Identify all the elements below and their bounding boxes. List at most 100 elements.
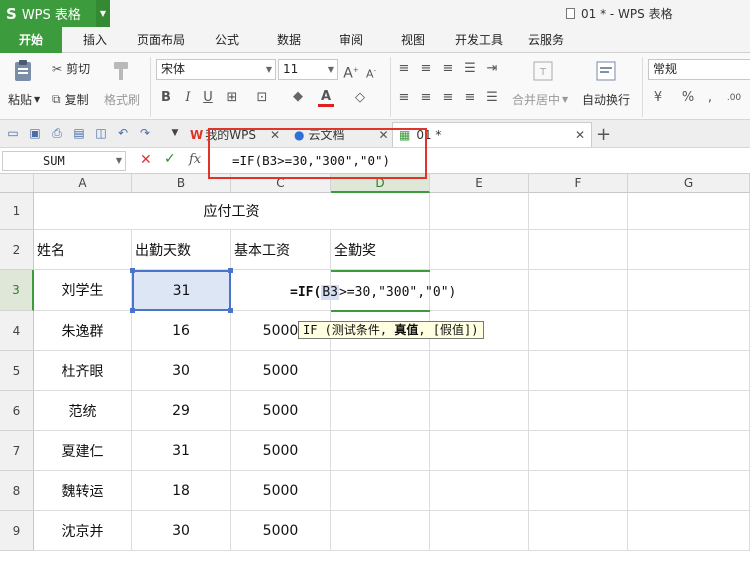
folder-icon[interactable]: ▭ — [6, 126, 20, 140]
fill-color-icon[interactable]: ◆ — [290, 89, 306, 105]
cut-button[interactable]: ✂ 剪切 — [52, 60, 90, 77]
column-header-a[interactable]: A — [34, 174, 132, 193]
data-cell[interactable] — [529, 311, 628, 351]
row-header-9[interactable]: 9 — [0, 511, 34, 551]
row-header-3[interactable]: 3 — [0, 270, 34, 311]
save-icon[interactable]: ▣ — [28, 126, 42, 140]
data-cell[interactable]: 5000 — [231, 511, 331, 551]
merge-center-button[interactable]: 合并居中 ▼ — [512, 91, 568, 108]
paste-icon[interactable] — [8, 59, 38, 83]
data-cell[interactable] — [628, 351, 750, 391]
tab-page-layout[interactable]: 页面布局 — [128, 27, 194, 53]
column-header-e[interactable]: E — [430, 174, 529, 193]
data-cell[interactable] — [628, 311, 750, 351]
data-cell[interactable] — [529, 431, 628, 471]
cell[interactable] — [529, 193, 628, 230]
data-cell[interactable] — [529, 511, 628, 551]
tab-home[interactable]: 开始 — [0, 27, 62, 53]
data-cell[interactable] — [430, 431, 529, 471]
indent-icon[interactable]: ⇥ — [484, 61, 500, 77]
align-top-icon[interactable]: ≡ — [396, 61, 412, 77]
cell[interactable] — [628, 230, 750, 270]
tab-cloud-services[interactable]: 云服务 — [520, 27, 572, 53]
redo-icon[interactable]: ↷ — [138, 126, 152, 140]
data-cell[interactable] — [628, 431, 750, 471]
formula-input[interactable]: =IF(B3>=30,"300","0") — [232, 153, 390, 168]
print-preview-icon[interactable]: ▤ — [72, 126, 86, 140]
percent-button[interactable]: % — [680, 90, 696, 106]
underline-button[interactable]: U — [200, 90, 216, 106]
clear-format-icon[interactable]: ◇ — [352, 90, 368, 106]
align-right-icon[interactable]: ≡ — [440, 90, 456, 106]
data-cell[interactable] — [430, 511, 529, 551]
data-cell[interactable] — [529, 351, 628, 391]
data-cell[interactable]: 5000 — [231, 471, 331, 511]
data-cell[interactable] — [529, 391, 628, 431]
preview-icon[interactable]: ◫ — [94, 126, 108, 140]
data-cell[interactable]: 31 — [132, 431, 231, 471]
data-cell[interactable]: 5000 — [231, 351, 331, 391]
column-header-f[interactable]: F — [529, 174, 628, 193]
cell[interactable] — [430, 230, 529, 270]
data-cell[interactable] — [430, 471, 529, 511]
data-cell[interactable]: 沈京并 — [34, 511, 132, 551]
doc-tab-cloud-docs[interactable]: ● 云文档 ✕ — [294, 122, 389, 147]
sheet-title-cell[interactable]: 应付工资 — [34, 193, 430, 230]
data-cell[interactable]: 夏建仁 — [34, 431, 132, 471]
italic-button[interactable]: I — [180, 90, 196, 106]
format-painter-button[interactable]: 格式刷 — [104, 91, 140, 108]
selection-handle[interactable] — [130, 308, 135, 313]
format-painter-icon[interactable] — [106, 59, 136, 83]
data-cell[interactable]: 刘学生 — [34, 270, 132, 311]
selection-handle[interactable] — [228, 268, 233, 273]
app-menu-button[interactable]: S WPS 表格 ▼ — [0, 0, 110, 27]
row-header-6[interactable]: 6 — [0, 391, 34, 431]
row-header-1[interactable]: 1 — [0, 193, 34, 230]
insert-function-button[interactable]: fx — [189, 152, 201, 167]
data-cell[interactable]: 30 — [132, 351, 231, 391]
selection-handle[interactable] — [228, 308, 233, 313]
borders-icon[interactable]: ⊞ — [224, 90, 240, 106]
align-left-icon[interactable]: ≡ — [396, 90, 412, 106]
data-cell[interactable]: 魏转运 — [34, 471, 132, 511]
number-format-select[interactable]: 常规 — [648, 59, 750, 80]
data-cell[interactable] — [430, 391, 529, 431]
tab-view[interactable]: 视图 — [390, 27, 436, 53]
tab-formulas[interactable]: 公式 — [204, 27, 250, 53]
data-cell[interactable]: 范统 — [34, 391, 132, 431]
data-cell[interactable]: 29 — [132, 391, 231, 431]
undo-icon[interactable]: ↶ — [116, 126, 130, 140]
cancel-formula-icon[interactable]: ✕ — [140, 152, 152, 168]
data-cell[interactable] — [628, 391, 750, 431]
doc-tab-my-wps[interactable]: W 我的WPS ✕ — [190, 122, 280, 147]
justify-icon[interactable]: ≡ — [462, 90, 478, 106]
font-color-icon[interactable]: A — [318, 89, 334, 107]
bold-button[interactable]: B — [158, 90, 174, 106]
header-cell[interactable]: 姓名 — [34, 230, 132, 270]
data-cell[interactable]: 31 — [132, 270, 231, 311]
merge-center-icon[interactable]: T — [531, 59, 555, 83]
data-cell[interactable] — [331, 391, 430, 431]
data-cell[interactable]: 16 — [132, 311, 231, 351]
column-header-c[interactable]: C — [231, 174, 331, 193]
header-cell[interactable]: 出勤天数 — [132, 230, 231, 270]
align-bottom-icon[interactable]: ≡ — [440, 61, 456, 77]
data-cell[interactable] — [628, 511, 750, 551]
cell[interactable] — [529, 230, 628, 270]
copy-button[interactable]: ⧉ 复制 — [52, 91, 89, 108]
orientation-icon[interactable]: ☰ — [462, 61, 478, 77]
data-cell[interactable] — [331, 431, 430, 471]
select-all-corner[interactable] — [0, 174, 34, 193]
header-cell[interactable]: 基本工资 — [231, 230, 331, 270]
font-name-select[interactable]: 宋体 ▼ — [156, 59, 276, 80]
data-cell[interactable] — [529, 471, 628, 511]
data-cell[interactable] — [529, 270, 628, 311]
data-cell[interactable]: 5000 — [231, 431, 331, 471]
header-cell[interactable]: 全勤奖 — [331, 230, 430, 270]
customize-icon[interactable]: ▼ — [168, 126, 182, 140]
row-header-4[interactable]: 4 — [0, 311, 34, 351]
data-cell[interactable] — [331, 511, 430, 551]
wrap-text-icon[interactable] — [594, 59, 618, 83]
paste-button[interactable]: 粘贴 ▼ — [8, 91, 40, 108]
row-header-7[interactable]: 7 — [0, 431, 34, 471]
